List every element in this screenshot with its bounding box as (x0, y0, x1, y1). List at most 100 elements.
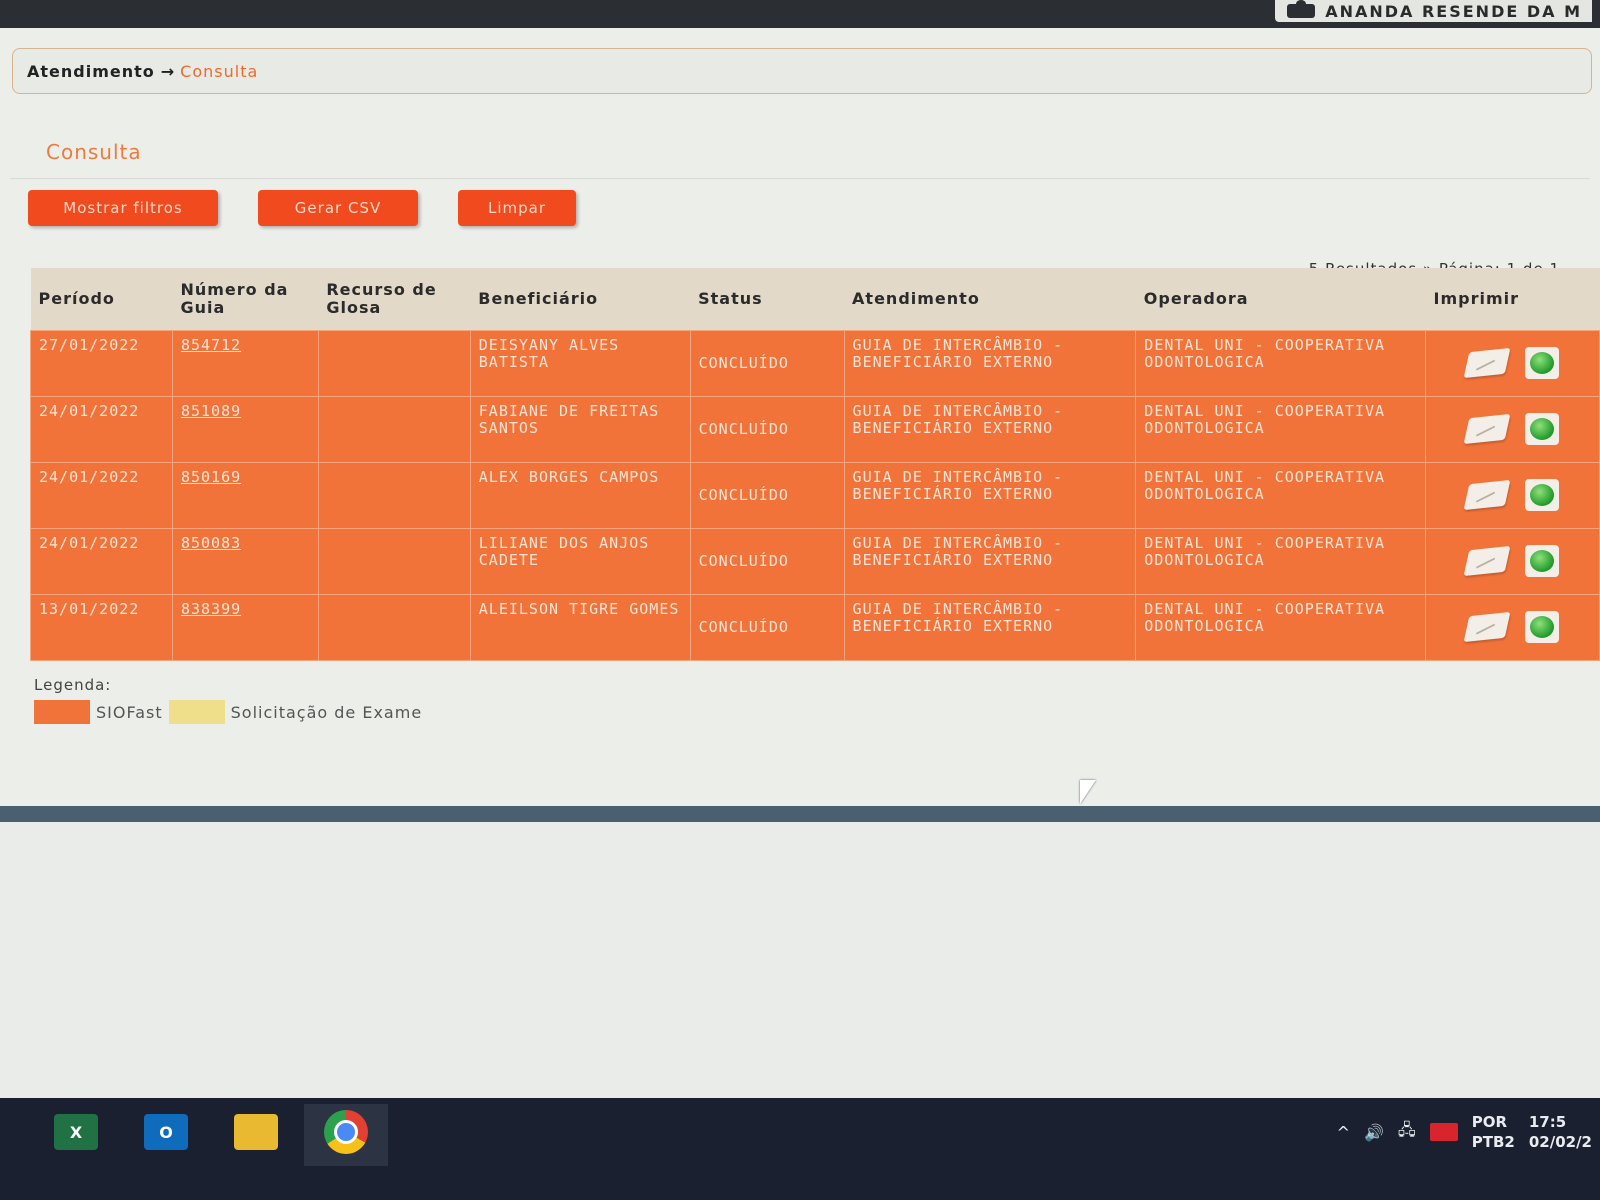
cell-operadora: DENTAL UNI - COOPERATIVA ODONTOLOGICA (1135, 593, 1427, 661)
cell-imprimir (1425, 395, 1600, 463)
clock[interactable]: 17:5 02/02/2 (1529, 1112, 1592, 1152)
section-divider (10, 178, 1590, 179)
guia-link[interactable]: 854712 (181, 336, 241, 354)
user-name: ANANDA RESENDE DA M (1325, 1, 1582, 21)
guia-link[interactable]: 850169 (181, 468, 241, 486)
cell-periodo: 24/01/2022 (30, 527, 173, 595)
cell-periodo: 24/01/2022 (30, 461, 173, 529)
generate-csv-button[interactable]: Gerar CSV (258, 190, 418, 226)
cell-beneficiario: LILIANE DOS ANJOS CADETE (469, 527, 691, 595)
guia-link[interactable]: 838399 (181, 600, 241, 618)
ok-icon[interactable] (1524, 545, 1559, 577)
cell-periodo: 27/01/2022 (30, 329, 173, 397)
cell-beneficiario: DEISYANY ALVES BATISTA (469, 329, 691, 397)
table-row[interactable]: 27/01/2022 854712 DEISYANY ALVES BATISTA… (30, 329, 1600, 397)
edit-icon[interactable] (1463, 479, 1510, 511)
clear-button[interactable]: Limpar (458, 190, 576, 226)
language-indicator[interactable]: POR PTB2 (1472, 1112, 1515, 1152)
cell-recurso (317, 527, 471, 595)
network-icon[interactable]: 🖧 (1398, 1119, 1416, 1146)
legend-swatch-siofast (34, 700, 90, 724)
legend-item-exame: Solicitação de Exame (230, 702, 423, 722)
cell-recurso (317, 329, 471, 397)
volume-icon[interactable]: 🔊 (1364, 1123, 1384, 1142)
legend-item-siofast: SIOFast (96, 702, 163, 722)
breadcrumb-root[interactable]: Atendimento (27, 62, 155, 81)
legend-label: Legenda: (34, 676, 112, 694)
section-title: Consulta (46, 140, 142, 164)
ok-icon[interactable] (1524, 611, 1559, 643)
cell-atendimento: GUIA DE INTERCÂMBIO - BENEFICIÁRIO EXTER… (843, 395, 1137, 463)
table-row[interactable]: 13/01/2022 838399 ALEILSON TIGRE GOMES C… (30, 593, 1600, 661)
taskbar: X O ^ 🔊 🖧 POR PTB2 17:5 02/02/2 (0, 1098, 1600, 1200)
system-tray: ^ 🔊 🖧 POR PTB2 17:5 02/02/2 (1337, 1112, 1592, 1152)
cell-beneficiario: FABIANE DE FREITAS SANTOS (469, 395, 691, 463)
cell-operadora: DENTAL UNI - COOPERATIVA ODONTOLOGICA (1135, 527, 1427, 595)
header-recurso-glosa[interactable]: Recurso de Glosa (318, 268, 471, 330)
cell-imprimir (1425, 461, 1600, 529)
header-beneficiario[interactable]: Beneficiário (470, 268, 691, 330)
cell-atendimento: GUIA DE INTERCÂMBIO - BENEFICIÁRIO EXTER… (843, 329, 1137, 397)
empty-area (0, 822, 1600, 1098)
header-status[interactable]: Status (690, 268, 845, 330)
cell-status: CONCLUÍDO (689, 593, 845, 661)
header-operadora[interactable]: Operadora (1135, 268, 1426, 330)
cell-recurso (317, 395, 471, 463)
user-icon (1287, 0, 1316, 18)
chrome-icon[interactable] (324, 1110, 368, 1154)
cell-status: CONCLUÍDO (689, 527, 845, 595)
cell-guia: 850083 (171, 527, 319, 595)
cell-beneficiario: ALEILSON TIGRE GOMES (469, 593, 691, 661)
user-area[interactable]: ANANDA RESENDE DA M (1275, 0, 1592, 22)
edit-icon[interactable] (1463, 413, 1510, 445)
mouse-cursor-icon (1080, 780, 1096, 804)
clock-date: 02/02/2 (1528, 1133, 1592, 1151)
cell-status: CONCLUÍDO (689, 329, 845, 397)
edit-icon[interactable] (1463, 611, 1510, 643)
breadcrumb-current: Consulta (180, 61, 259, 81)
cell-recurso (317, 461, 471, 529)
table-row[interactable]: 24/01/2022 850083 LILIANE DOS ANJOS CADE… (30, 527, 1600, 595)
cell-atendimento: GUIA DE INTERCÂMBIO - BENEFICIÁRIO EXTER… (843, 593, 1137, 661)
file-explorer-icon[interactable] (234, 1114, 278, 1150)
guia-link[interactable]: 850083 (181, 534, 241, 552)
cell-periodo: 13/01/2022 (30, 593, 173, 661)
results-table: Período Número da Guia Recurso de Glosa … (30, 268, 1600, 661)
cell-imprimir (1425, 593, 1600, 661)
tray-app-icon[interactable] (1429, 1123, 1458, 1141)
cell-recurso (317, 593, 471, 661)
cell-status: CONCLUÍDO (689, 395, 845, 463)
cell-guia: 851089 (171, 395, 319, 463)
ok-icon[interactable] (1524, 479, 1559, 511)
header-atendimento[interactable]: Atendimento (844, 268, 1136, 330)
cell-imprimir (1425, 329, 1600, 397)
cell-operadora: DENTAL UNI - COOPERATIVA ODONTOLOGICA (1135, 395, 1427, 463)
breadcrumb: Atendimento → Consulta (12, 48, 1592, 94)
ok-icon[interactable] (1524, 347, 1559, 379)
legend-swatch-exame (168, 700, 225, 724)
lang-top: POR (1471, 1113, 1508, 1131)
cell-periodo: 24/01/2022 (30, 395, 173, 463)
outlook-icon[interactable]: O (144, 1114, 188, 1150)
legend: SIOFast Solicitação de Exame (34, 700, 422, 724)
guia-link[interactable]: 851089 (181, 402, 241, 420)
edit-icon[interactable] (1463, 545, 1510, 577)
lang-bottom: PTB2 (1471, 1133, 1515, 1151)
table-row[interactable]: 24/01/2022 851089 FABIANE DE FREITAS SAN… (30, 395, 1600, 463)
window-divider (0, 806, 1600, 822)
show-filters-button[interactable]: Mostrar filtros (28, 190, 218, 226)
cell-operadora: DENTAL UNI - COOPERATIVA ODONTOLOGICA (1135, 461, 1427, 529)
cell-status: CONCLUÍDO (689, 461, 845, 529)
table-header-row: Período Número da Guia Recurso de Glosa … (30, 268, 1600, 330)
header-periodo[interactable]: Período (30, 268, 173, 330)
clock-time: 17:5 (1528, 1113, 1567, 1131)
header-numero-guia[interactable]: Número da Guia (172, 268, 319, 330)
ok-icon[interactable] (1524, 413, 1559, 445)
edit-icon[interactable] (1463, 347, 1510, 379)
excel-icon[interactable]: X (54, 1114, 98, 1150)
table-row[interactable]: 24/01/2022 850169 ALEX BORGES CAMPOS CON… (30, 461, 1600, 529)
chevron-up-icon[interactable]: ^ (1337, 1123, 1350, 1142)
cell-guia: 850169 (171, 461, 319, 529)
cell-atendimento: GUIA DE INTERCÂMBIO - BENEFICIÁRIO EXTER… (843, 461, 1137, 529)
cell-beneficiario: ALEX BORGES CAMPOS (469, 461, 691, 529)
